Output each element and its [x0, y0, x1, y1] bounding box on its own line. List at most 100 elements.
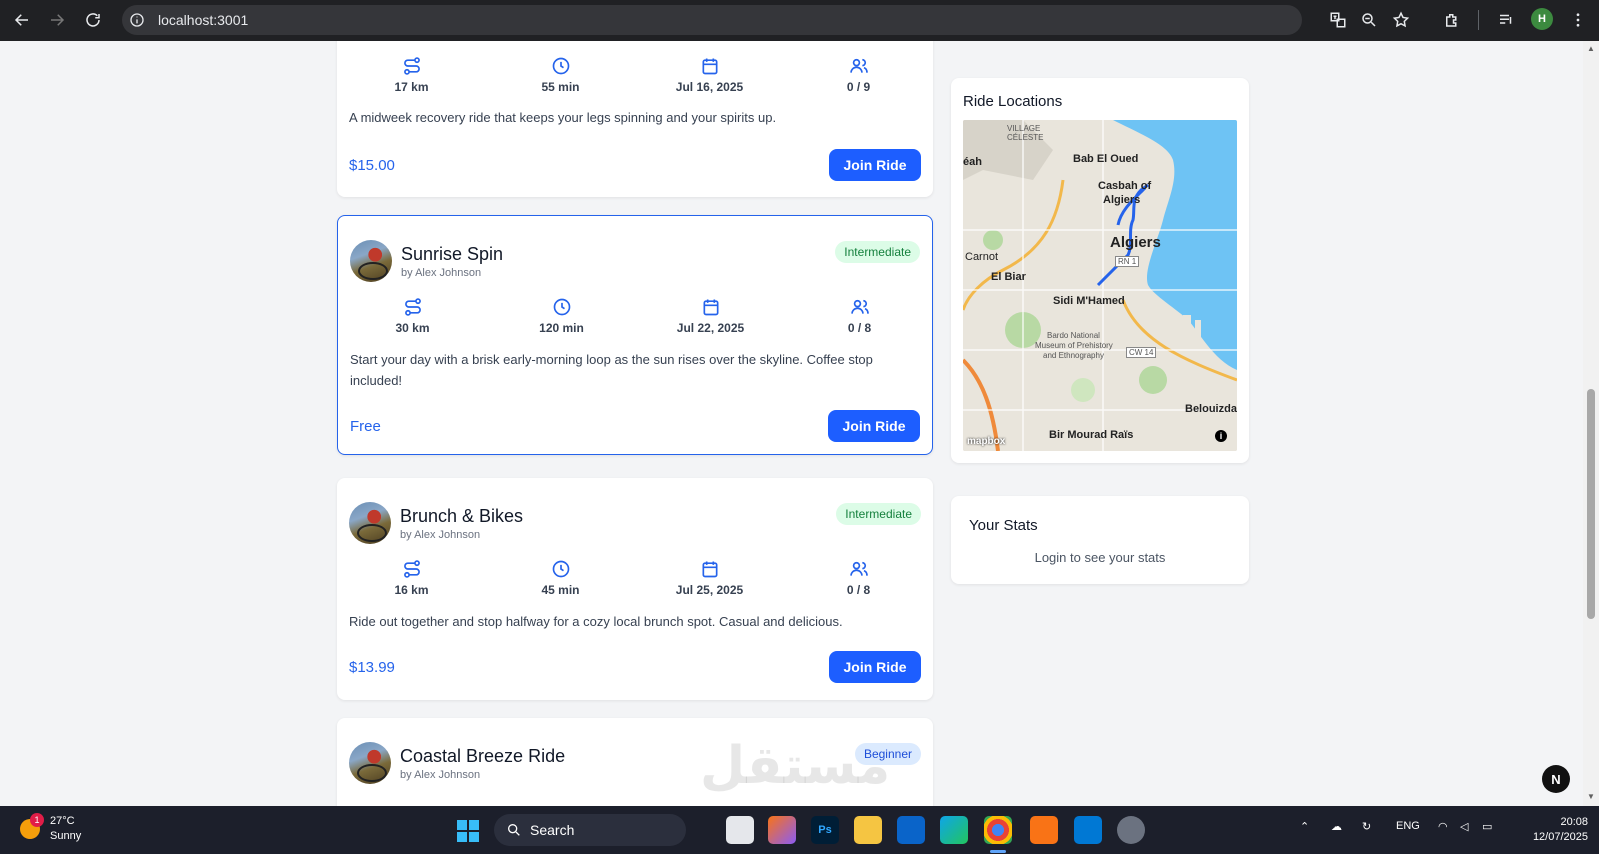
level-badge: Intermediate: [836, 503, 921, 525]
map-label: Algiers: [1110, 234, 1161, 251]
spots-stat: 0 / 9: [784, 56, 933, 94]
bookmark-star-icon[interactable]: [1389, 8, 1413, 32]
clock-icon: [551, 56, 571, 76]
chrome-icon[interactable]: [984, 816, 1012, 844]
translate-icon[interactable]: [1326, 8, 1350, 32]
more-menu-icon[interactable]: [1566, 8, 1590, 32]
site-info-icon[interactable]: [128, 11, 146, 29]
search-label: Search: [530, 822, 575, 838]
ride-price: $15.00: [349, 157, 395, 174]
copilot-icon[interactable]: [768, 816, 796, 844]
login-hint: Login to see your stats: [1034, 550, 1166, 565]
language-indicator[interactable]: ENG: [1396, 820, 1420, 832]
edge-icon[interactable]: [940, 816, 968, 844]
route-icon: [402, 56, 422, 76]
map-label: Bir Mourad Raïs: [1049, 429, 1134, 441]
profile-avatar[interactable]: H: [1531, 8, 1553, 30]
ride-header: Brunch & Bikes by Alex Johnson: [349, 502, 523, 544]
wifi-icon[interactable]: ◠: [1438, 820, 1448, 833]
cloud-icon[interactable]: ☁: [1331, 820, 1342, 833]
search-icon: [507, 824, 520, 836]
ride-map[interactable]: VILLAGE CÉLESTE éah Bab El Oued Casbah o…: [963, 120, 1237, 451]
photoshop-icon[interactable]: Ps: [811, 816, 839, 844]
map-label: El Biar: [991, 271, 1026, 283]
address-bar[interactable]: localhost:3001: [122, 5, 1302, 35]
toolbar-divider: [1478, 10, 1479, 30]
map-info-icon[interactable]: i: [1215, 430, 1227, 442]
map-label: CÉLESTE: [1007, 133, 1044, 142]
file-explorer-icon[interactable]: [854, 816, 882, 844]
map-card-title: Ride Locations: [963, 93, 1063, 110]
sync-icon[interactable]: ↻: [1362, 820, 1371, 833]
route-icon: [403, 297, 423, 317]
vscode-icon[interactable]: [1074, 816, 1102, 844]
nextjs-dev-indicator[interactable]: N: [1542, 765, 1570, 793]
route-icon: [402, 559, 422, 579]
back-icon[interactable]: [11, 9, 33, 31]
duration-value: 45 min: [541, 583, 580, 597]
reload-icon[interactable]: [82, 9, 104, 31]
duration-value: 120 min: [539, 321, 584, 335]
zoom-icon[interactable]: [1357, 8, 1381, 32]
spots-value: 0 / 9: [846, 80, 871, 94]
organizer-avatar: [349, 742, 391, 784]
settings-gear-icon[interactable]: [1117, 816, 1145, 844]
weather-widget[interactable]: 1 27°C Sunny: [20, 813, 81, 844]
page-scrollbar[interactable]: ▲ ▼: [1583, 41, 1599, 806]
map-label: Museum of Prehistory: [1035, 341, 1113, 350]
spots-value: 0 / 8: [846, 583, 871, 597]
battery-icon[interactable]: ▭: [1482, 820, 1492, 833]
spots-stat: 0 / 8: [784, 559, 933, 597]
map-label: Bardo National: [1047, 331, 1100, 340]
map-label: Bab El Oued: [1073, 153, 1139, 165]
scroll-thumb[interactable]: [1587, 389, 1595, 619]
level-badge: Intermediate: [835, 241, 920, 263]
outlook-icon[interactable]: [897, 816, 925, 844]
map-label: Casbah of: [1098, 180, 1152, 192]
extensions-icon[interactable]: [1440, 8, 1464, 32]
ride-organizer: by Alex Johnson: [400, 768, 481, 781]
map-label: Algiers: [1103, 194, 1141, 206]
xampp-icon[interactable]: [1030, 816, 1058, 844]
ride-card[interactable]: Brunch & Bikes by Alex Johnson Intermedi…: [337, 478, 933, 700]
clock-icon: [552, 297, 572, 317]
date-value: Jul 16, 2025: [675, 80, 744, 94]
date-stat: Jul 16, 2025: [635, 56, 784, 94]
duration-stat: 55 min: [486, 56, 635, 94]
weather-temp: 27°C: [50, 815, 75, 827]
users-icon: [849, 559, 869, 579]
join-ride-button[interactable]: Join Ride: [828, 410, 920, 442]
windows-start-icon[interactable]: [457, 820, 479, 842]
ride-card-selected[interactable]: Sunrise Spin by Alex Johnson Intermediat…: [337, 215, 933, 455]
ride-stats: 17 km 55 min Jul 16, 2025 0 / 9: [337, 56, 933, 94]
users-icon: [850, 297, 870, 317]
scroll-up-icon[interactable]: ▲: [1587, 45, 1595, 53]
calendar-icon: [700, 559, 720, 579]
ride-price: Free: [350, 418, 381, 435]
system-clock[interactable]: 20:08 12/07/2025: [1518, 815, 1588, 845]
chevron-up-icon[interactable]: ⌃: [1300, 820, 1309, 833]
ride-header: Sunrise Spin by Alex Johnson: [350, 240, 503, 282]
road-shield: RN 1: [1115, 256, 1140, 267]
map-label: Carnot: [965, 251, 999, 263]
media-icon[interactable]: [1494, 8, 1518, 32]
forward-icon[interactable]: [46, 9, 68, 31]
volume-icon[interactable]: ◁: [1460, 820, 1468, 833]
ride-organizer: by Alex Johnson: [400, 528, 481, 541]
distance-value: 17 km: [394, 80, 429, 94]
mapbox-logo[interactable]: mapbox: [967, 436, 1005, 447]
task-view-icon[interactable]: [726, 816, 754, 844]
clock-date: 12/07/2025: [1532, 831, 1588, 843]
join-ride-button[interactable]: Join Ride: [829, 149, 921, 181]
ride-organizer: by Alex Johnson: [401, 266, 482, 279]
join-ride-button[interactable]: Join Ride: [829, 651, 921, 683]
ride-description: A midweek recovery ride that keeps your …: [349, 110, 777, 125]
sun-icon: 1: [20, 813, 44, 839]
scroll-down-icon[interactable]: ▼: [1587, 793, 1595, 801]
ride-name: Coastal Breeze Ride: [400, 745, 566, 766]
ride-price: $13.99: [349, 659, 395, 676]
ride-stats: 16 km 45 min Jul 25, 2025 0 / 8: [337, 559, 933, 597]
taskbar-search[interactable]: Search: [494, 814, 686, 846]
browser-toolbar: localhost:3001 H: [0, 0, 1599, 41]
ride-locations-card: Ride Locations VILLAGE CÉLESTE éah Bab E…: [951, 78, 1249, 463]
